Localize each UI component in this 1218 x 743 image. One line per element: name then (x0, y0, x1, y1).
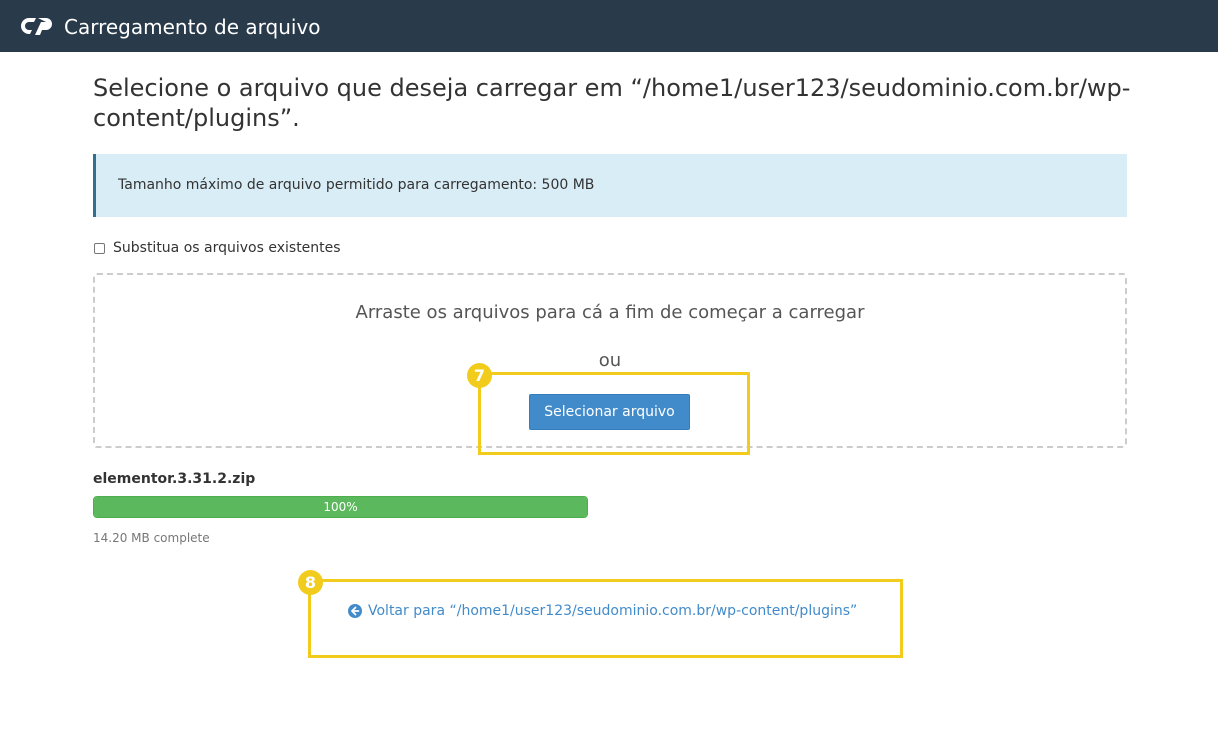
upload-progress-bar: 100% (93, 496, 588, 518)
progress-fill: 100% (94, 497, 587, 517)
back-to-directory-link[interactable]: Voltar para “/home1/user123/seudominio.c… (348, 603, 857, 619)
overwrite-label[interactable]: Substitua os arquivos existentes (113, 240, 341, 256)
upload-status: 14.20 MB complete (93, 531, 210, 545)
or-text: ou (598, 350, 622, 371)
annotation-badge-8: 8 (298, 570, 323, 595)
cpanel-logo-icon[interactable] (19, 14, 55, 38)
dropzone-text: Arraste os arquivos para cá a fim de com… (355, 302, 865, 323)
app-title: Carregamento de arquivo (64, 15, 321, 39)
page-heading: Selecione o arquivo que deseja carregar … (93, 74, 1131, 132)
overwrite-checkbox[interactable] (94, 242, 105, 254)
info-alert: Tamanho máximo de arquivo permitido para… (93, 154, 1127, 217)
upload-filename: elementor.3.31.2.zip (93, 471, 256, 487)
max-size-text: Tamanho máximo de arquivo permitido para… (118, 177, 595, 193)
annotation-highlight-7 (478, 372, 750, 455)
back-link-text: Voltar para “/home1/user123/seudominio.c… (368, 603, 858, 619)
top-bar: Carregamento de arquivo (0, 0, 1218, 52)
annotation-badge-7: 7 (467, 363, 492, 388)
overwrite-option: Substitua os arquivos existentes (93, 240, 341, 256)
arrow-circle-left-icon (348, 604, 362, 618)
